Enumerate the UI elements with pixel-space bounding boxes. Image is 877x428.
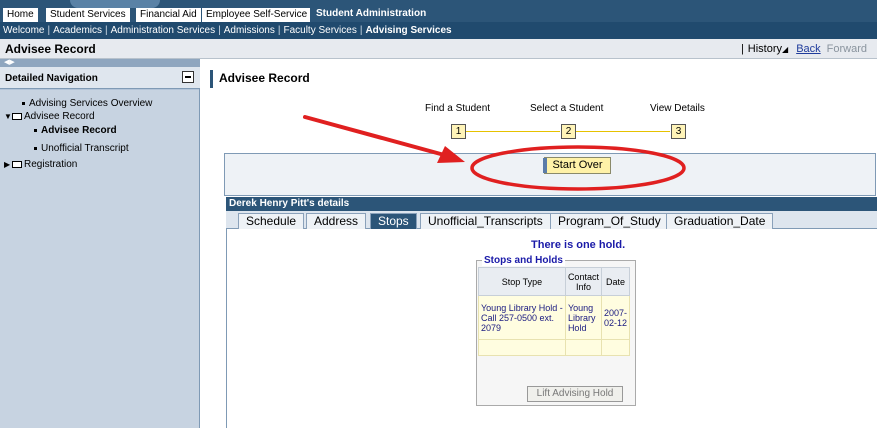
red-ellipse-annotation [470, 145, 686, 191]
annotation-overlay [303, 115, 686, 191]
red-arrow-annotation [303, 115, 465, 163]
